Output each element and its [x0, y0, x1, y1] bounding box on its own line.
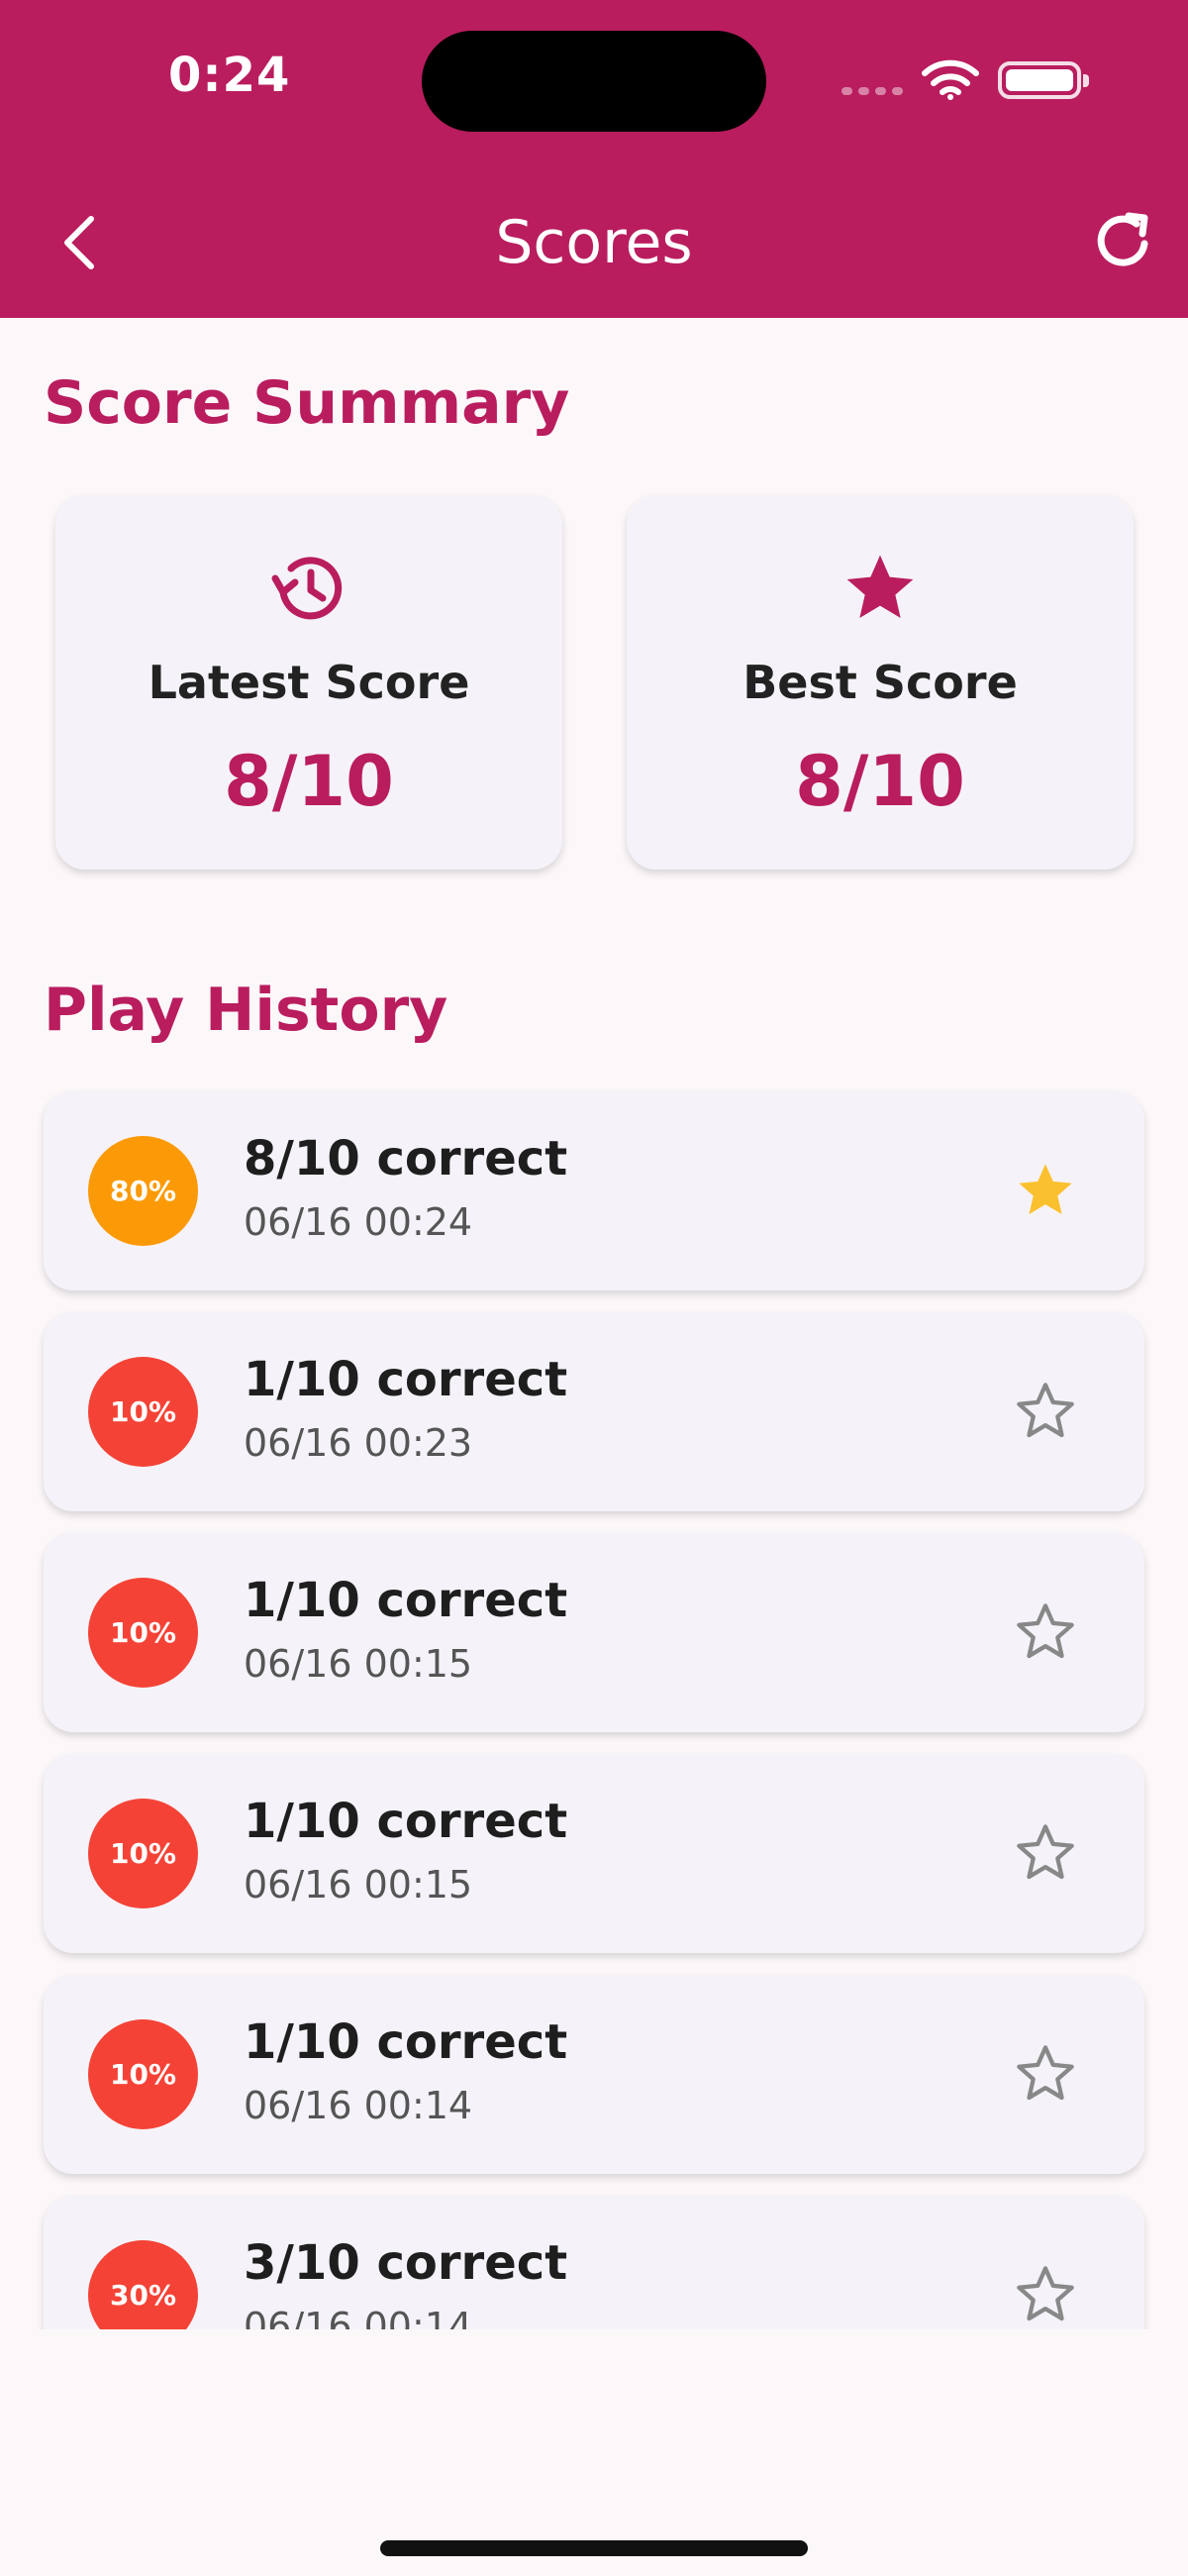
best-score-value: 8/10: [795, 741, 965, 822]
score-percent-badge: 10%: [88, 1357, 198, 1467]
history-date: 06/16 00:23: [244, 1421, 473, 1465]
star-outline-icon[interactable]: [1014, 1600, 1077, 1664]
latest-score-label: Latest Score: [148, 656, 470, 709]
dynamic-island: [422, 31, 766, 132]
history-date: 06/16 00:24: [244, 1200, 473, 1244]
history-score: 1/10 correct: [244, 1352, 568, 1407]
play-history-list[interactable]: 80% 8/10 correct 06/16 00:24 10% 1/10 co…: [0, 1080, 1188, 2329]
score-percent-badge: 10%: [88, 1799, 198, 1908]
best-score-card: Best Score 8/10: [627, 495, 1134, 870]
history-row[interactable]: 10% 1/10 correct 06/16 00:14: [44, 1975, 1144, 2174]
history-row[interactable]: 10% 1/10 correct 06/16 00:15: [44, 1754, 1144, 1953]
cellular-signal-icon: [842, 87, 903, 95]
latest-score-card: Latest Score 8/10: [55, 495, 562, 870]
status-time: 0:24: [168, 48, 291, 103]
score-percent-badge: 10%: [88, 1578, 198, 1688]
score-percent-badge: 80%: [88, 1136, 198, 1246]
history-icon: [271, 557, 343, 620]
score-percent-badge: 30%: [88, 2240, 198, 2329]
history-date: 06/16 00:15: [244, 1642, 473, 1686]
history-row[interactable]: 10% 1/10 correct 06/16 00:23: [44, 1312, 1144, 1511]
history-score: 1/10 correct: [244, 2014, 568, 2070]
battery-icon: [998, 61, 1089, 99]
history-row[interactable]: 80% 8/10 correct 06/16 00:24: [44, 1091, 1144, 1290]
star-outline-icon[interactable]: [1014, 2263, 1077, 2326]
home-indicator: [380, 2540, 808, 2556]
star-icon[interactable]: [1014, 1159, 1077, 1222]
history-score: 1/10 correct: [244, 1573, 568, 1628]
history-row[interactable]: 30% 3/10 correct 06/16 00:14: [44, 2196, 1144, 2329]
scores-screen: 0:24 Scores Score Summary Latest Score 8…: [0, 0, 1188, 2576]
page-title: Scores: [495, 208, 693, 277]
refresh-icon[interactable]: [1089, 208, 1156, 275]
star-outline-icon[interactable]: [1014, 2042, 1077, 2106]
wifi-icon: [922, 59, 979, 100]
best-score-label: Best Score: [742, 656, 1018, 709]
history-score: 1/10 correct: [244, 1794, 568, 1849]
score-percent-badge: 10%: [88, 2019, 198, 2129]
star-icon: [846, 555, 914, 618]
score-summary-title: Score Summary: [44, 368, 570, 438]
app-bar: 0:24 Scores: [0, 0, 1188, 318]
history-row[interactable]: 10% 1/10 correct 06/16 00:15: [44, 1533, 1144, 1732]
history-score: 8/10 correct: [244, 1131, 568, 1186]
star-outline-icon[interactable]: [1014, 1380, 1077, 1443]
latest-score-value: 8/10: [224, 741, 394, 822]
play-history-title: Play History: [44, 976, 448, 1045]
star-outline-icon[interactable]: [1014, 1821, 1077, 1885]
history-date: 06/16 00:15: [244, 1863, 473, 1906]
history-score: 3/10 correct: [244, 2235, 568, 2291]
history-date: 06/16 00:14: [244, 2305, 473, 2329]
history-date: 06/16 00:14: [244, 2084, 473, 2127]
